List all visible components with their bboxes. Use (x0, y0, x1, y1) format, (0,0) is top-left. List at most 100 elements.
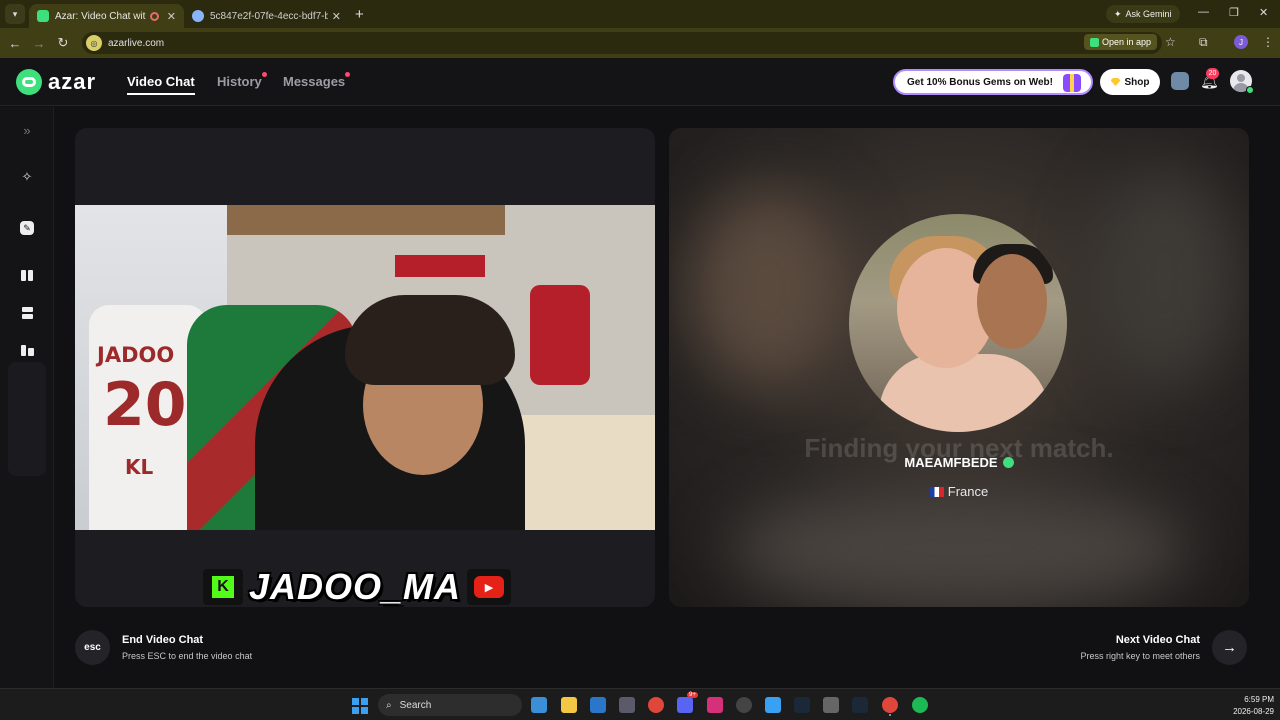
end-chat-subtitle: Press ESC to end the video chat (122, 651, 253, 661)
online-status-dot (1246, 86, 1254, 94)
file-explorer-icon[interactable] (561, 697, 577, 713)
azar-favicon-icon (37, 10, 49, 22)
magic-wand-icon[interactable]: ✧ (18, 168, 36, 186)
notification-count-badge: 20 (1206, 68, 1219, 79)
kick-logo-icon: K (203, 569, 243, 605)
next-chat-title[interactable]: Next Video Chat (1116, 634, 1200, 646)
clock-app-icon[interactable] (736, 697, 752, 713)
layout-selector (8, 362, 46, 476)
date: 2026-08-29 (1233, 707, 1274, 716)
layout-stacked-icon[interactable] (18, 304, 36, 322)
inventory-icon[interactable] (1171, 72, 1189, 90)
france-flag-icon (929, 486, 944, 497)
shop-label: Shop (1124, 76, 1150, 88)
minimize-icon[interactable]: — (1198, 6, 1209, 18)
brand-name: azar (48, 69, 97, 94)
verified-icon (1002, 457, 1014, 468)
ask-gemini-button[interactable]: ✦ Ask Gemini (1106, 5, 1180, 23)
sidebar: » ✧ ✎ (0, 107, 54, 688)
windows-taskbar: ⌕ Search 9+ 6:59 PM 2026-08-29 (0, 688, 1280, 720)
photos-app-icon[interactable] (531, 697, 547, 713)
restore-icon[interactable]: ❐ (1229, 6, 1239, 19)
streamer-name-overlay: K JADOO_MA ▶ (203, 566, 512, 607)
browser-menu-icon[interactable]: ⋮ (1262, 35, 1274, 49)
spotify-icon[interactable] (912, 697, 928, 713)
url-input[interactable]: ◎ azarlive.com (82, 32, 1162, 54)
store-icon[interactable] (619, 697, 635, 713)
bookmark-star-icon[interactable]: ☆ (1165, 35, 1176, 49)
jersey-number: 20 (103, 370, 187, 440)
messages-unread-dot (345, 72, 350, 77)
nav-video-chat[interactable]: Video Chat (127, 74, 195, 95)
gift-icon (1063, 74, 1081, 92)
recording-icon (149, 11, 159, 21)
end-chat-title[interactable]: End Video Chat (122, 634, 203, 646)
gem-icon (1110, 78, 1121, 86)
close-window-icon[interactable]: ✕ (1259, 6, 1268, 19)
taskbar-search[interactable]: ⌕ Search (378, 694, 522, 716)
shop-button[interactable]: Shop (1100, 69, 1160, 95)
chrome-icon[interactable] (648, 697, 664, 713)
media-app-icon[interactable] (823, 697, 839, 713)
new-tab-icon[interactable]: + (355, 6, 364, 23)
open-in-app-button[interactable]: Open in app (1084, 34, 1158, 50)
match-panel: Finding your next match. MAEAMFBEDE Fran… (669, 128, 1249, 607)
forward-icon[interactable]: → (27, 36, 51, 51)
azar-logo[interactable]: azar (16, 69, 96, 95)
close-tab-icon[interactable]: ✕ (332, 10, 341, 23)
jersey-name: JADOO (97, 343, 175, 367)
gemini-star-icon: ✦ (1114, 8, 1122, 19)
nav-history[interactable]: History (217, 74, 262, 89)
history-unread-dot (262, 72, 267, 77)
reload-icon[interactable]: ↻ (51, 35, 75, 51)
match-username: MAEAMFBEDE (904, 455, 998, 470)
my-camera-feed: JADOO 20 KL (75, 205, 655, 530)
instagram-icon[interactable] (707, 697, 723, 713)
tab-second[interactable]: 5c847e2f-07fe-4ecc-bdf7-b677 ✕ (184, 4, 349, 28)
end-chat-button[interactable]: esc (75, 630, 110, 665)
chrome-active-icon[interactable] (882, 697, 898, 713)
promo-label: Get 10% Bonus Gems on Web! (907, 76, 1053, 88)
layout-side-by-side-icon[interactable] (18, 266, 36, 284)
app-icon (1090, 37, 1099, 47)
youtube-logo-icon: ▶ (467, 569, 512, 605)
browser-tab-bar: ▾ Azar: Video Chat with New ✕ 5c847e2f-0… (0, 0, 1280, 28)
match-profile-photo (849, 214, 1067, 432)
streamer-name: JADOO_MA (249, 566, 462, 607)
steam-icon[interactable] (794, 697, 810, 713)
match-name-row: MAEAMFBEDE (669, 455, 1249, 470)
close-tab-icon[interactable]: ✕ (167, 10, 176, 23)
back-icon[interactable]: ← (3, 36, 27, 51)
azar-logo-icon (16, 69, 42, 95)
edit-icon[interactable]: ✎ (20, 221, 34, 235)
taskbar-clock[interactable]: 6:59 PM 2026-08-29 (1222, 694, 1274, 718)
snipping-tool-icon[interactable] (765, 697, 781, 713)
search-icon: ⌕ (386, 699, 392, 711)
search-label: Search (399, 699, 432, 711)
nav-messages[interactable]: Messages (283, 74, 345, 89)
jersey-initials: KL (125, 455, 154, 479)
tab-search-menu-icon[interactable]: ▾ (5, 4, 25, 24)
discord-badge: 9+ (687, 692, 698, 698)
outlook-icon[interactable] (590, 697, 606, 713)
windows-start-icon[interactable] (352, 698, 368, 714)
bonus-gems-promo-button[interactable]: Get 10% Bonus Gems on Web! (893, 69, 1093, 95)
tab-title: 5c847e2f-07fe-4ecc-bdf7-b677 (210, 10, 328, 22)
time: 6:59 PM (1244, 695, 1274, 704)
discord-icon[interactable] (677, 697, 693, 713)
expand-icon[interactable]: » (18, 121, 36, 139)
site-info-icon[interactable]: ◎ (86, 35, 102, 51)
extensions-icon[interactable]: ⧉ (1199, 35, 1208, 50)
open-in-app-label: Open in app (1102, 37, 1152, 47)
next-chat-subtitle: Press right key to meet others (1080, 651, 1200, 661)
browser-profile-avatar[interactable]: J (1234, 35, 1248, 49)
tab-azar[interactable]: Azar: Video Chat with New ✕ (29, 4, 184, 28)
ask-gemini-label: Ask Gemini (1125, 9, 1172, 19)
steam-alt-icon[interactable] (852, 697, 868, 713)
next-chat-arrow-icon[interactable]: → (1212, 630, 1247, 665)
tab-title: Azar: Video Chat with New (55, 10, 146, 22)
layout-grid-icon[interactable] (18, 341, 36, 359)
app-header: azar Video Chat History Messages Get 10%… (0, 58, 1280, 106)
match-country: France (947, 484, 989, 499)
match-country-row: France (669, 484, 1249, 499)
